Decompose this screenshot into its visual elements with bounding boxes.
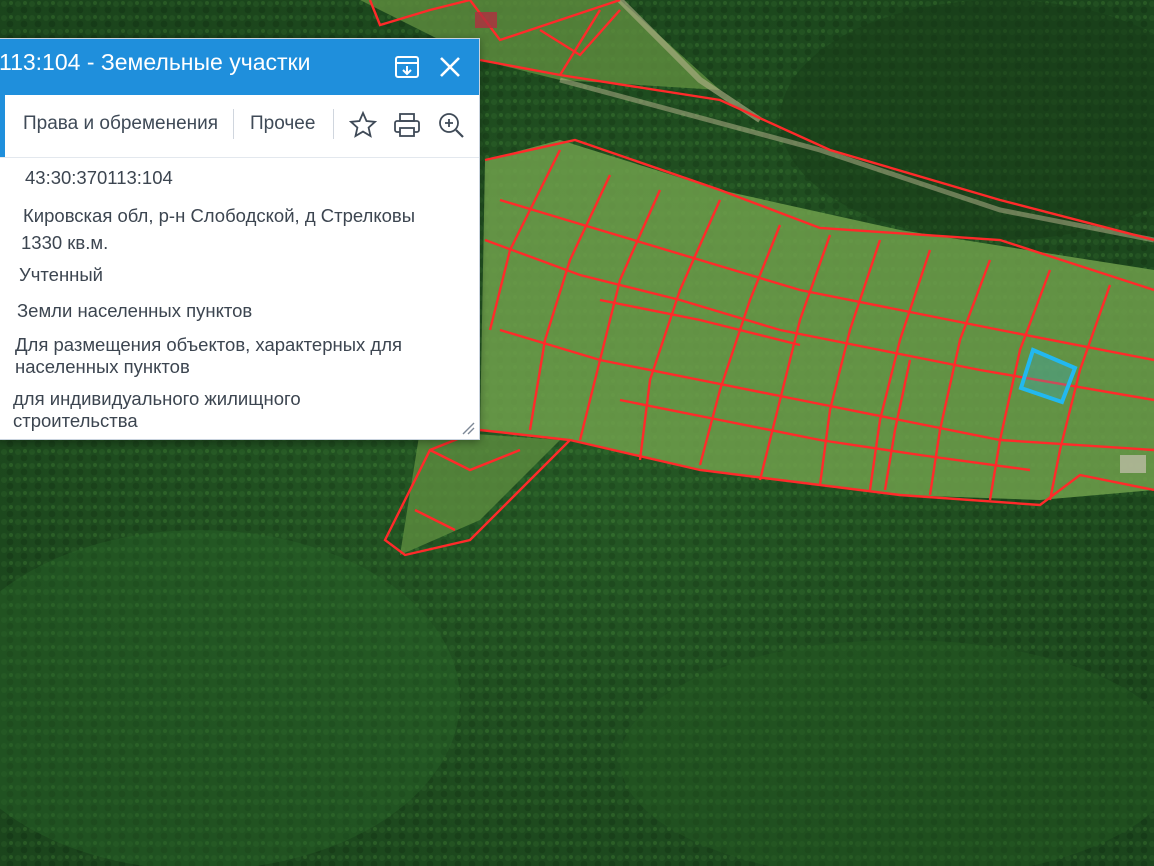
area: 1330 кв.м. (21, 232, 109, 253)
panel-header: 113:104 - Земельные участки (0, 39, 479, 95)
print-icon[interactable] (391, 109, 423, 141)
tab-rights[interactable]: Права и обременения (23, 113, 218, 135)
panel-tabs: Права и обременения Прочее (0, 95, 479, 158)
tab-other[interactable]: Прочее (250, 113, 315, 135)
cadastral-number: 43:30:370113:104 (25, 167, 173, 188)
status: Учтенный (19, 264, 104, 285)
document-use: для индивидуального жилищного строительс… (13, 388, 301, 431)
collapse-panel-icon[interactable] (391, 51, 423, 83)
close-icon[interactable] (434, 51, 466, 83)
tab-divider (233, 109, 234, 139)
star-icon[interactable] (347, 109, 379, 141)
info-panel[interactable]: 113:104 - Земельные участки Права и обре… (0, 38, 480, 440)
permitted-use: Для размещения объектов, характерных для… (15, 334, 403, 377)
active-tab-indicator (0, 95, 5, 157)
tab-divider (333, 109, 334, 139)
land-category: Земли населенных пунктов (17, 300, 253, 321)
zoom-in-icon[interactable] (435, 109, 467, 141)
address: Кировская обл, р-н Слободской, д Стрелко… (23, 205, 416, 226)
panel-title: 113:104 - Земельные участки (0, 49, 311, 75)
resize-handle-icon[interactable] (461, 421, 475, 435)
